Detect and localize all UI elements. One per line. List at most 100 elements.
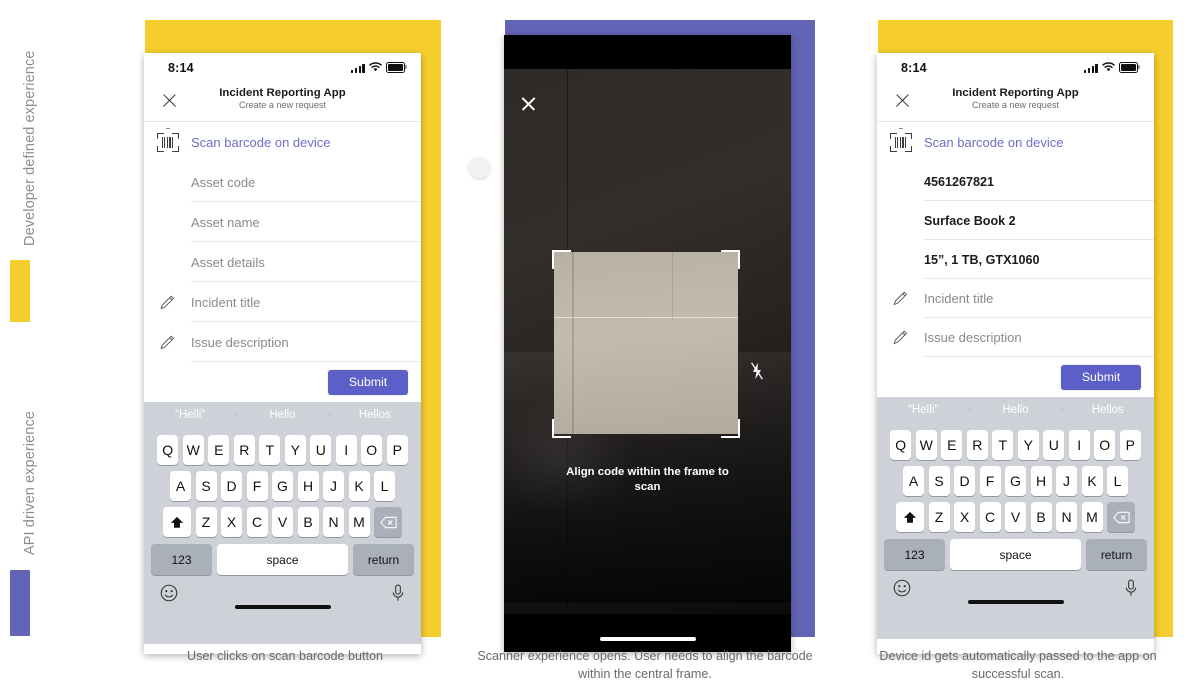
shift-key[interactable] (163, 507, 191, 537)
suggestion-0[interactable]: “Helli” (144, 409, 236, 421)
scan-barcode-row[interactable]: Scan barcode on device (144, 122, 421, 162)
close-icon[interactable] (161, 92, 178, 109)
key-e[interactable]: E (208, 435, 230, 465)
suggestion-0[interactable]: “Helli” (877, 404, 969, 416)
issue-description-input[interactable]: Issue description (191, 335, 289, 350)
suggestion-2[interactable]: Hellos (328, 409, 421, 421)
suggestion-1[interactable]: Hello (969, 404, 1061, 416)
key-k[interactable]: K (348, 471, 370, 501)
key-u[interactable]: U (310, 435, 332, 465)
flash-off-icon[interactable] (750, 362, 764, 380)
asset-details-row[interactable]: Asset details (144, 242, 421, 282)
key-g[interactable]: G (1005, 466, 1026, 496)
key-j[interactable]: J (1056, 466, 1077, 496)
home-indicator[interactable] (967, 600, 1064, 604)
key-a[interactable]: A (903, 466, 924, 496)
incident-title-row[interactable]: Incident title (877, 279, 1154, 318)
key-g[interactable]: G (272, 471, 293, 501)
microphone-icon[interactable] (391, 584, 405, 602)
key-n[interactable]: N (323, 507, 344, 537)
key-d[interactable]: D (954, 466, 975, 496)
asset-name-input[interactable]: Asset name (191, 215, 260, 230)
key-b[interactable]: B (297, 507, 319, 537)
key-e[interactable]: E (941, 430, 963, 460)
asset-details-input[interactable]: Asset details (191, 255, 265, 270)
key-l[interactable]: L (1107, 466, 1128, 496)
asset-details-row[interactable]: 15”, 1 TB, GTX1060 (877, 240, 1154, 279)
key-j[interactable]: J (323, 471, 344, 501)
asset-name-row[interactable]: Surface Book 2 (877, 201, 1154, 240)
key-s[interactable]: S (928, 466, 950, 496)
backspace-key[interactable] (374, 507, 402, 537)
home-indicator[interactable] (599, 637, 696, 641)
key-l[interactable]: L (374, 471, 395, 501)
key-o[interactable]: O (361, 435, 383, 465)
issue-description-row[interactable]: Issue description (877, 318, 1154, 357)
key-o[interactable]: O (1094, 430, 1116, 460)
home-indicator[interactable] (234, 605, 331, 609)
scan-barcode-row[interactable]: Scan barcode on device (877, 122, 1154, 162)
return-key[interactable]: return (353, 544, 414, 575)
key-f[interactable]: F (246, 471, 268, 501)
microphone-icon[interactable] (1124, 579, 1138, 597)
asset-name-value[interactable]: Surface Book 2 (924, 214, 1016, 228)
backspace-key[interactable] (1107, 502, 1135, 532)
asset-code-row[interactable]: Asset code (144, 162, 421, 202)
numeric-key[interactable]: 123 (884, 539, 945, 570)
key-z[interactable]: Z (928, 502, 950, 532)
key-v[interactable]: V (272, 507, 293, 537)
key-q[interactable]: Q (890, 430, 912, 460)
key-i[interactable]: I (335, 435, 357, 465)
key-w[interactable]: W (915, 430, 937, 460)
key-n[interactable]: N (1056, 502, 1077, 532)
key-x[interactable]: X (954, 502, 975, 532)
key-h[interactable]: H (297, 471, 319, 501)
key-h[interactable]: H (1030, 466, 1052, 496)
key-c[interactable]: C (979, 502, 1001, 532)
asset-code-value[interactable]: 4561267821 (924, 175, 994, 189)
close-icon[interactable] (894, 92, 911, 109)
key-t[interactable]: T (259, 435, 281, 465)
issue-description-input[interactable]: Issue description (924, 330, 1022, 345)
submit-button[interactable]: Submit (1061, 364, 1141, 390)
key-c[interactable]: C (246, 507, 268, 537)
incident-title-input[interactable]: Incident title (191, 295, 260, 310)
submit-button[interactable]: Submit (328, 369, 408, 395)
key-b[interactable]: B (1030, 502, 1052, 532)
key-q[interactable]: Q (157, 435, 179, 465)
key-r[interactable]: R (966, 430, 988, 460)
key-i[interactable]: I (1068, 430, 1090, 460)
suggestion-1[interactable]: Hello (236, 409, 328, 421)
shift-key[interactable] (896, 502, 924, 532)
incident-title-row[interactable]: Incident title (144, 282, 421, 322)
incident-title-input[interactable]: Incident title (924, 291, 993, 306)
key-y[interactable]: Y (1017, 430, 1039, 460)
numeric-key[interactable]: 123 (151, 544, 212, 575)
space-key[interactable]: space (217, 544, 348, 575)
key-d[interactable]: D (221, 471, 242, 501)
key-p[interactable]: P (386, 435, 408, 465)
key-f[interactable]: F (979, 466, 1001, 496)
key-w[interactable]: W (182, 435, 204, 465)
key-y[interactable]: Y (284, 435, 306, 465)
key-u[interactable]: U (1043, 430, 1065, 460)
key-v[interactable]: V (1005, 502, 1026, 532)
return-key[interactable]: return (1086, 539, 1147, 570)
asset-code-input[interactable]: Asset code (191, 175, 255, 190)
key-r[interactable]: R (233, 435, 255, 465)
space-key[interactable]: space (950, 539, 1081, 570)
asset-code-row[interactable]: 4561267821 (877, 162, 1154, 201)
key-x[interactable]: X (221, 507, 242, 537)
suggestion-2[interactable]: Hellos (1061, 404, 1154, 416)
key-p[interactable]: P (1119, 430, 1141, 460)
key-m[interactable]: M (348, 507, 370, 537)
close-icon[interactable] (520, 95, 537, 112)
key-a[interactable]: A (170, 471, 191, 501)
key-z[interactable]: Z (195, 507, 217, 537)
issue-description-row[interactable]: Issue description (144, 322, 421, 362)
key-s[interactable]: S (195, 471, 217, 501)
key-t[interactable]: T (992, 430, 1014, 460)
key-m[interactable]: M (1081, 502, 1103, 532)
asset-details-value[interactable]: 15”, 1 TB, GTX1060 (924, 253, 1040, 267)
emoji-smiley-icon[interactable] (160, 584, 178, 602)
